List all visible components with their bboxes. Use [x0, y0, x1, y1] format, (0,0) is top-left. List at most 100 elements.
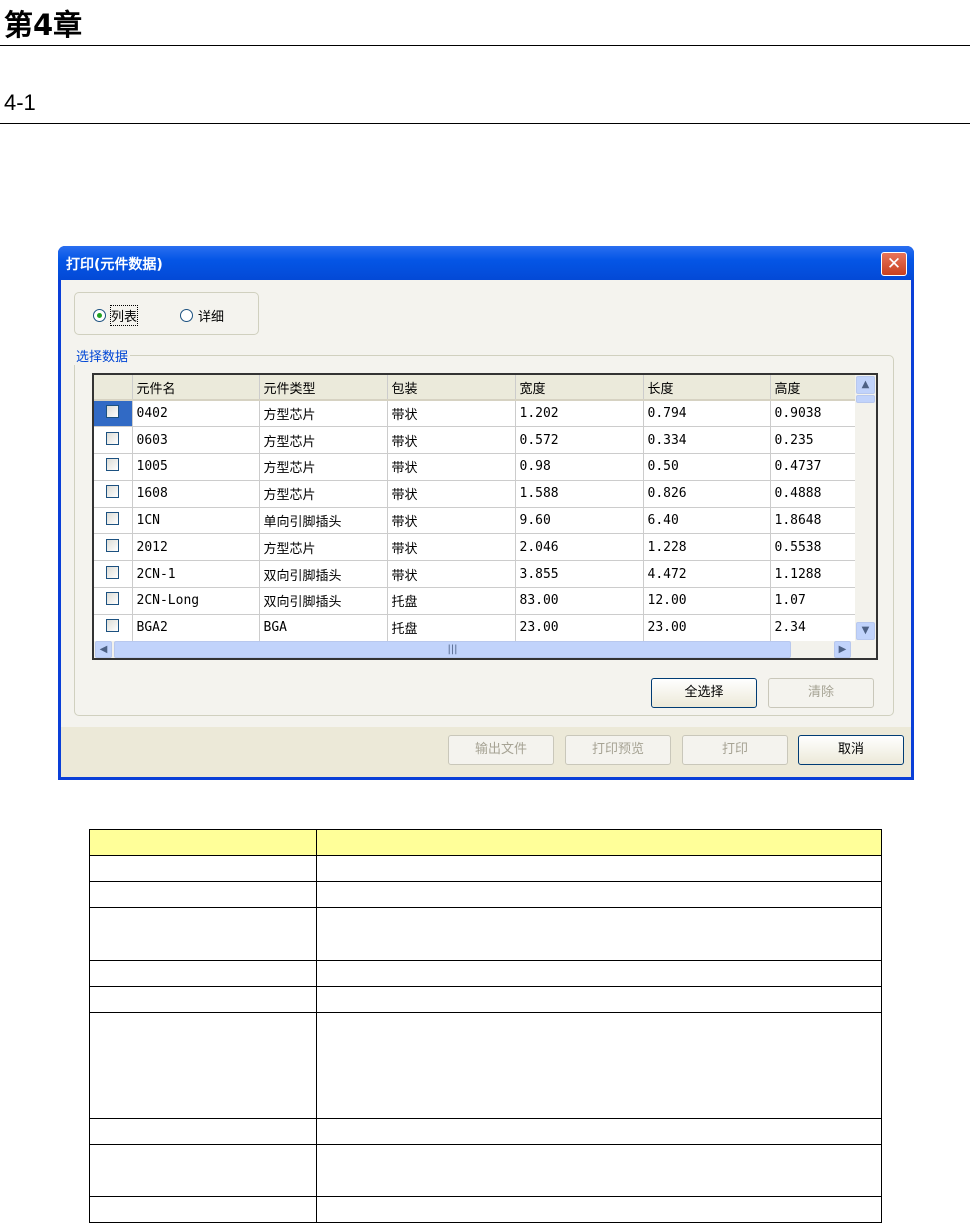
column-header[interactable]: 元件名 — [132, 375, 260, 401]
checkbox[interactable] — [106, 485, 119, 499]
print-button[interactable]: 打印 — [682, 735, 788, 765]
table-cell — [89, 1196, 317, 1223]
print-preview-button[interactable]: 打印预览 — [565, 735, 671, 765]
table-row[interactable]: 0603 方型芯片 带状 0.572 0.334 0.235 — [94, 426, 861, 455]
table-cell — [89, 986, 317, 1013]
column-header[interactable]: 高度 — [770, 375, 861, 401]
checkbox[interactable] — [106, 458, 119, 472]
scroll-up-icon[interactable]: ▲ — [856, 376, 875, 394]
row-checkbox-cell[interactable] — [94, 533, 133, 562]
row-checkbox-cell[interactable] — [94, 426, 133, 455]
table-cell: 23.00 — [515, 614, 644, 642]
table-cell: 带状 — [387, 533, 516, 562]
table-cell: 0.826 — [643, 480, 771, 508]
table-cell: 0.5538 — [770, 533, 861, 562]
checkbox[interactable] — [106, 619, 119, 633]
table-row[interactable]: 2CN-1 双向引脚插头 带状 3.855 4.472 1.1288 — [94, 560, 861, 589]
table-cell: 2012 — [132, 533, 260, 562]
row-checkbox-cell[interactable] — [94, 560, 133, 589]
table-cell: 带状 — [387, 507, 516, 535]
table-cell: 1.228 — [643, 533, 771, 562]
divider — [0, 123, 970, 124]
table-cell: 0.572 — [515, 426, 644, 455]
table-cell — [316, 855, 882, 882]
table-header-cell — [316, 829, 882, 856]
table-cell: 单向引脚插头 — [259, 507, 388, 535]
table-cell: 9.60 — [515, 507, 644, 535]
table-cell: 2CN-Long — [132, 587, 260, 615]
scroll-thumb[interactable]: ||| — [114, 641, 791, 658]
table-row[interactable]: 2CN-Long 双向引脚插头 托盘 83.00 12.00 1.07 — [94, 587, 861, 615]
table-cell — [89, 960, 317, 987]
close-icon[interactable]: ✕ — [881, 252, 907, 276]
scroll-thumb[interactable] — [856, 395, 875, 403]
row-checkbox-cell[interactable] — [94, 614, 133, 642]
export-file-button[interactable]: 输出文件 — [448, 735, 554, 765]
radio-list[interactable]: 列表 — [93, 305, 139, 326]
table-row[interactable]: 1CN 单向引脚插头 带状 9.60 6.40 1.8648 — [94, 507, 861, 535]
section-title: 4-1 — [4, 90, 36, 115]
table-cell — [316, 1012, 882, 1119]
table-cell: 带状 — [387, 560, 516, 589]
checkbox[interactable] — [106, 538, 119, 552]
table-row[interactable]: 1608 方型芯片 带状 1.588 0.826 0.4888 — [94, 480, 861, 508]
vertical-scrollbar[interactable]: ▲ ▼ — [855, 375, 876, 641]
table-cell — [89, 881, 317, 908]
table-cell: 6.40 — [643, 507, 771, 535]
table-cell: 0.9038 — [770, 400, 861, 428]
table-cell: BGA2 — [132, 614, 260, 642]
table-cell: 0.98 — [515, 453, 644, 481]
description-table — [89, 829, 882, 1223]
table-cell — [89, 1012, 317, 1119]
group-label: 选择数据 — [74, 346, 131, 365]
title-bar[interactable]: 打印(元件数据) ✕ — [58, 246, 914, 280]
horizontal-scrollbar[interactable]: ◀ ||| ▶ — [94, 641, 876, 658]
table-cell: 1.588 — [515, 480, 644, 508]
clear-button[interactable]: 清除 — [768, 678, 874, 708]
row-checkbox-cell[interactable] — [94, 507, 133, 535]
row-checkbox-cell[interactable] — [94, 480, 133, 508]
column-header[interactable]: 长度 — [643, 375, 771, 401]
checkbox[interactable] — [106, 405, 119, 419]
radio-detail[interactable]: 详细 — [180, 306, 224, 325]
row-checkbox-cell[interactable] — [94, 453, 133, 481]
table-cell: 3.855 — [515, 560, 644, 589]
table-cell: 带状 — [387, 426, 516, 455]
table-row[interactable]: BGA2 BGA 托盘 23.00 23.00 2.34 — [94, 614, 861, 642]
radio-icon — [180, 309, 193, 322]
table-cell: 双向引脚插头 — [259, 560, 388, 589]
table-cell: 方型芯片 — [259, 400, 388, 428]
table-cell: 1.202 — [515, 400, 644, 428]
table-cell — [89, 855, 317, 882]
table-cell: 方型芯片 — [259, 426, 388, 455]
scroll-right-icon[interactable]: ▶ — [834, 641, 851, 658]
table-cell: 0603 — [132, 426, 260, 455]
dialog-title: 打印(元件数据) — [66, 257, 163, 273]
table-cell: BGA — [259, 614, 388, 642]
row-checkbox-cell[interactable] — [94, 400, 133, 428]
table-cell: 带状 — [387, 453, 516, 481]
column-header[interactable]: 包装 — [387, 375, 516, 401]
table-row[interactable]: 2012 方型芯片 带状 2.046 1.228 0.5538 — [94, 533, 861, 562]
column-header[interactable]: 宽度 — [515, 375, 644, 401]
table-row[interactable]: 0402 方型芯片 带状 1.202 0.794 0.9038 — [94, 400, 861, 428]
table-cell — [316, 1118, 882, 1145]
column-header-check[interactable] — [94, 375, 133, 401]
table-cell — [89, 907, 317, 961]
select-all-button[interactable]: 全选择 — [651, 678, 757, 708]
checkbox[interactable] — [106, 565, 119, 579]
scroll-down-icon[interactable]: ▼ — [856, 622, 875, 640]
cancel-button[interactable]: 取消 — [798, 735, 904, 765]
table-cell: 双向引脚插头 — [259, 587, 388, 615]
table-cell: 1.8648 — [770, 507, 861, 535]
column-header[interactable]: 元件类型 — [259, 375, 388, 401]
checkbox[interactable] — [106, 592, 119, 606]
table-cell — [316, 881, 882, 908]
table-cell: 4.472 — [643, 560, 771, 589]
row-checkbox-cell[interactable] — [94, 587, 133, 615]
table-cell: 0.235 — [770, 426, 861, 455]
checkbox[interactable] — [106, 431, 119, 445]
checkbox[interactable] — [106, 512, 119, 526]
table-row[interactable]: 1005 方型芯片 带状 0.98 0.50 0.4737 — [94, 453, 861, 481]
scroll-left-icon[interactable]: ◀ — [95, 641, 112, 658]
